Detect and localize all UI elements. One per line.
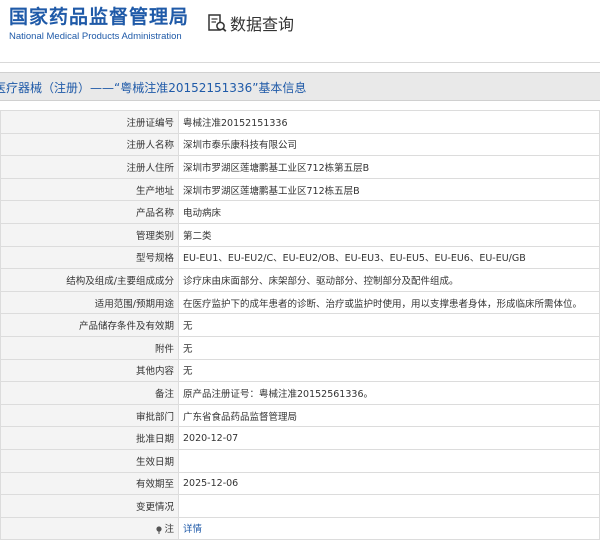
detail-row: 注册人名称 深圳市泰乐康科技有限公司 <box>0 132 600 157</box>
document-search-icon <box>208 14 227 32</box>
field-value: 无 <box>178 335 600 360</box>
field-label: 附件 <box>0 335 179 360</box>
section-title: 数据查询 <box>230 15 295 34</box>
detail-table: 注册证编号 粤械注准20152151336 注册人名称 深圳市泰乐康科技有限公司 注册人… <box>0 110 600 541</box>
note-label-cell: 注 <box>0 516 179 541</box>
detail-row: 变更情况 <box>0 494 600 518</box>
field-label: 产品储存条件及有效期 <box>0 313 179 337</box>
note-value-cell: 详情 <box>178 516 600 541</box>
field-value <box>178 448 600 473</box>
detail-row: 有效期至 2025-12-06 <box>0 471 600 496</box>
field-label: 适用范围/预期用途 <box>0 290 179 315</box>
detail-row: 生效日期 <box>0 448 600 473</box>
site-header: 国家药品监督管理局 National Medical Products Admi… <box>0 0 600 63</box>
detail-row: 注册人住所 深圳市罗湖区莲塘鹏基工业区712栋第五层B <box>0 155 600 179</box>
field-label: 管理类别 <box>0 222 179 247</box>
detail-row: 适用范围/预期用途 在医疗监护下的成年患者的诊断、治疗或监护时使用，用以支撑患者身… <box>0 290 600 315</box>
field-label: 其他内容 <box>0 358 179 383</box>
field-value: 原产品注册证号：粤械注准20152561336。 <box>178 381 600 405</box>
field-value <box>178 494 600 518</box>
field-value: 在医疗监护下的成年患者的诊断、治疗或监护时使用，用以支撑患者身体，形成临床所需体… <box>178 290 600 315</box>
record-title-bar: 医疗器械（注册）——“粤械注准20152151336”基本信息 <box>0 72 600 101</box>
pin-icon <box>156 526 163 534</box>
field-label: 注册证编号 <box>0 110 179 134</box>
field-value: 广东省食品药品监督管理局 <box>178 403 600 428</box>
logo-chinese-name: 国家药品监督管理局 <box>9 6 190 28</box>
detail-row: 附件无 <box>0 335 600 360</box>
site-logo[interactable]: 国家药品监督管理局 National Medical Products Admi… <box>9 6 189 42</box>
field-value: 2020-12-07 <box>178 426 600 450</box>
detail-row: 备注 原产品注册证号：粤械注准20152561336。 <box>0 381 600 405</box>
record-title: 医疗器械（注册）——“粤械注准20152151336”基本信息 <box>0 81 307 95</box>
field-value: 粤械注准20152151336 <box>178 110 600 134</box>
detail-row: 产品储存条件及有效期无 <box>0 313 600 337</box>
field-label: 注册人名称 <box>0 132 179 157</box>
field-label: 产品名称 <box>0 200 179 224</box>
field-label: 变更情况 <box>0 494 179 518</box>
detail-row: 批准日期 2020-12-07 <box>0 426 600 450</box>
field-value: 电动病床 <box>178 200 600 224</box>
field-label: 生产地址 <box>0 177 179 202</box>
field-value: 深圳市罗湖区莲塘鹏基工业区712栋第五层B <box>178 155 600 179</box>
detail-row: 产品名称 电动病床 <box>0 200 600 224</box>
field-value: 深圳市罗湖区莲塘鹏基工业区712栋五层B <box>178 177 600 202</box>
note-row: 注详情 <box>0 516 600 541</box>
data-query-heading: 数据查询 <box>207 11 294 35</box>
detail-row: 型号规格 EU-EU1、EU-EU2/C、EU-EU2/OB、EU-EU3、EU-… <box>0 245 600 270</box>
field-label: 结构及组成/主要组成成分 <box>0 268 179 292</box>
field-label: 生效日期 <box>0 448 179 473</box>
note-label: 注 <box>164 524 174 536</box>
field-label: 型号规格 <box>0 245 179 270</box>
field-label: 批准日期 <box>0 426 179 450</box>
field-value: 第二类 <box>178 222 600 247</box>
detail-row: 结构及组成/主要组成成分 诊疗床由床面部分、床架部分、驱动部分、控制部分及配件组成… <box>0 268 600 292</box>
field-label: 有效期至 <box>0 471 179 496</box>
field-value: 诊疗床由床面部分、床架部分、驱动部分、控制部分及配件组成。 <box>178 268 600 292</box>
detail-row: 生产地址 深圳市罗湖区莲塘鹏基工业区712栋五层B <box>0 177 600 202</box>
detail-row: 注册证编号 粤械注准20152151336 <box>0 110 600 134</box>
detail-row: 审批部门 广东省食品药品监督管理局 <box>0 403 600 428</box>
detail-row: 其他内容无 <box>0 358 600 383</box>
details-link[interactable]: 详情 <box>183 524 202 535</box>
logo-english-name: National Medical Products Administration <box>9 31 182 42</box>
field-label: 审批部门 <box>0 403 179 428</box>
field-value: EU-EU1、EU-EU2/C、EU-EU2/OB、EU-EU3、EU-EU5、… <box>178 245 600 270</box>
field-label: 备注 <box>0 381 179 405</box>
field-label: 注册人住所 <box>0 155 179 179</box>
field-value: 无 <box>178 358 600 383</box>
field-value: 无 <box>178 313 600 337</box>
field-value: 2025-12-06 <box>178 471 600 496</box>
field-value: 深圳市泰乐康科技有限公司 <box>178 132 600 157</box>
detail-row: 管理类别 第二类 <box>0 222 600 247</box>
